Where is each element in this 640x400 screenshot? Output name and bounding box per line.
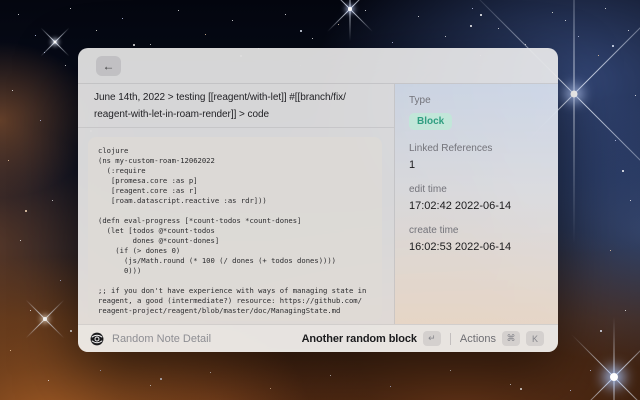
field-value: 17:02:42 2022-06-14 <box>409 200 548 212</box>
window-header: ← <box>78 48 558 84</box>
field-label: create time <box>409 225 548 236</box>
main-panel: June 14th, 2022 > testing [[reagent/with… <box>78 84 395 324</box>
roam-logo-icon <box>90 332 104 346</box>
k-key-icon: K <box>526 331 544 346</box>
app-title: Random Note Detail <box>112 333 211 345</box>
note-detail-window: ← June 14th, 2022 > testing [[reagent/wi… <box>78 48 558 352</box>
footer-divider <box>450 333 451 345</box>
code-text: clojure (ns my-custom-roam-12062022 (:re… <box>98 146 372 316</box>
metadata-field-type: Type Block <box>409 95 548 130</box>
type-badge: Block <box>409 113 452 130</box>
field-label: Linked References <box>409 143 548 154</box>
content-area: June 14th, 2022 > testing [[reagent/with… <box>78 84 558 324</box>
footer-bar: Random Note Detail Another random block … <box>78 324 558 352</box>
metadata-field-linked-references: Linked References 1 <box>409 143 548 171</box>
back-button[interactable]: ← <box>96 56 121 76</box>
starfield-large <box>0 0 2 2</box>
breadcrumb[interactable]: June 14th, 2022 > testing [[reagent/with… <box>78 84 394 128</box>
metadata-sidebar: Type Block Linked References 1 edit time… <box>395 84 558 324</box>
back-arrow-icon: ← <box>103 57 115 75</box>
primary-action-label: Another random block <box>302 333 417 345</box>
field-value: 16:02:53 2022-06-14 <box>409 241 548 253</box>
breadcrumb-line-2: reagent-with-let-in-roam-render]] > code <box>94 106 378 123</box>
field-label: Type <box>409 95 548 106</box>
metadata-field-edit-time: edit time 17:02:42 2022-06-14 <box>409 184 548 212</box>
metadata-field-create-time: create time 16:02:53 2022-06-14 <box>409 225 548 253</box>
code-block: clojure (ns my-custom-roam-12062022 (:re… <box>88 137 382 321</box>
breadcrumb-line-1: June 14th, 2022 > testing [[reagent/with… <box>94 89 378 106</box>
another-random-block-button[interactable]: Another random block ↵ <box>300 329 443 348</box>
field-value: 1 <box>409 159 548 171</box>
field-label: edit time <box>409 184 548 195</box>
cmd-key-icon: ⌘ <box>502 331 520 346</box>
enter-key-icon: ↵ <box>423 331 441 346</box>
actions-button[interactable]: Actions ⌘ K <box>458 329 546 348</box>
actions-label: Actions <box>460 333 496 345</box>
footer-app-info: Random Note Detail <box>90 332 211 346</box>
